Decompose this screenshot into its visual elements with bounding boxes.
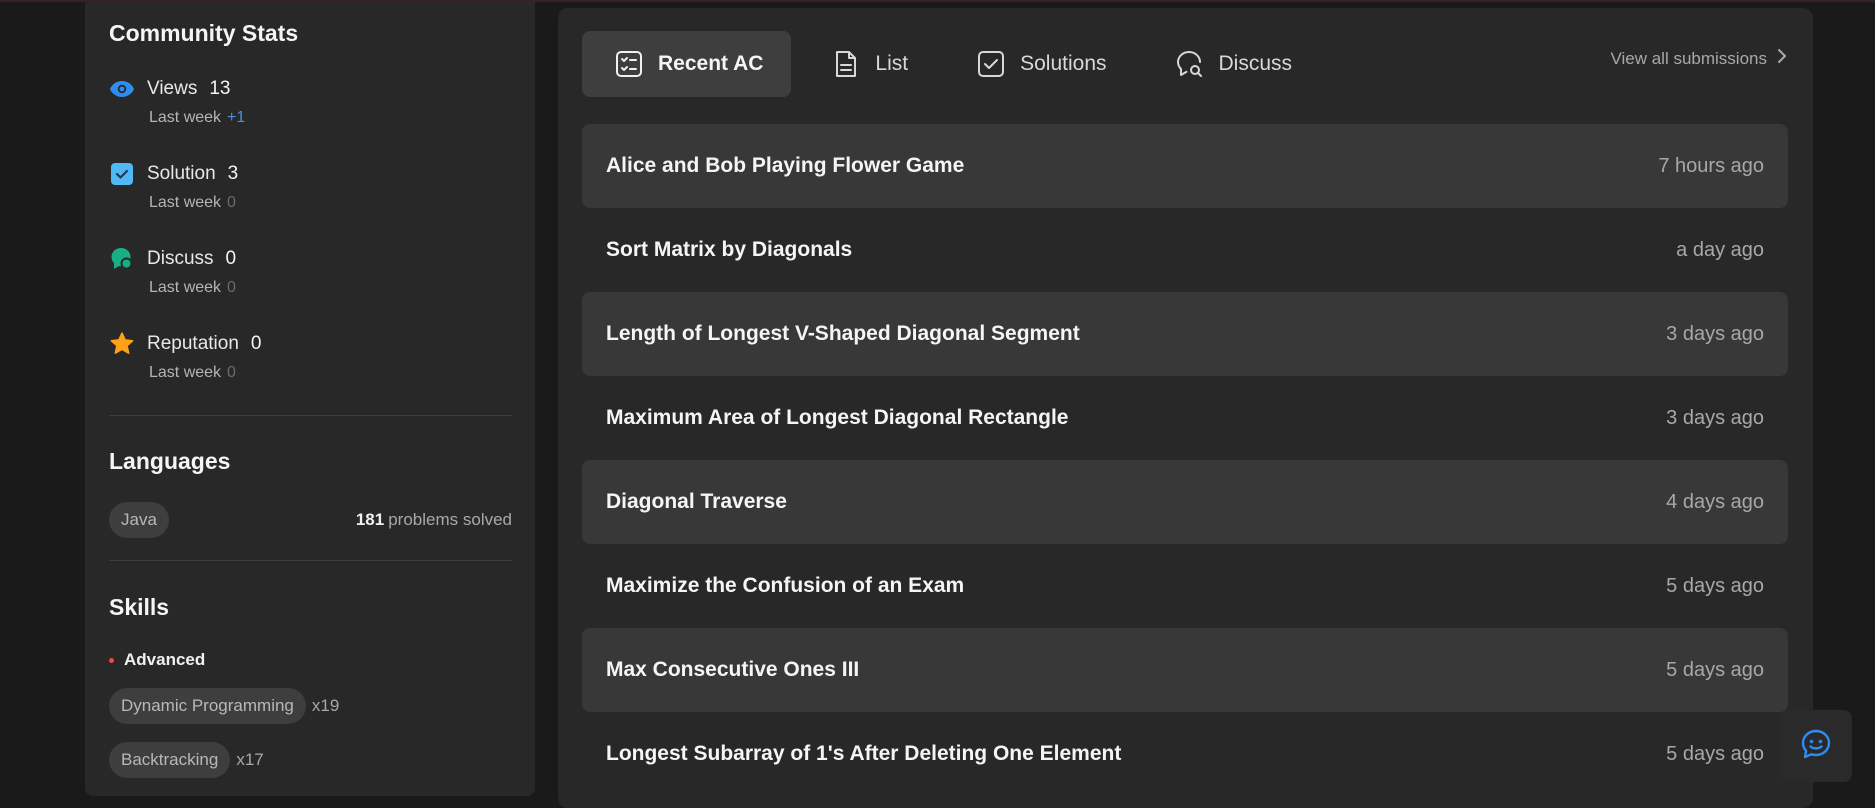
tab-discuss[interactable]: Discuss — [1143, 31, 1321, 97]
submission-row[interactable]: Longest Subarray of 1's After Deleting O… — [582, 712, 1788, 796]
submission-title[interactable]: Longest Subarray of 1's After Deleting O… — [606, 742, 1121, 766]
solved-label: problems solved — [388, 510, 512, 529]
discuss-search-icon — [1175, 49, 1205, 79]
language-row: Java 181 problems solved — [109, 502, 512, 538]
skill-chip[interactable]: Dynamic Programming — [109, 688, 306, 724]
submission-title[interactable]: Maximum Area of Longest Diagonal Rectang… — [606, 406, 1068, 430]
stat-label: Reputation — [147, 333, 239, 354]
skill-item: Backtracking x17 — [109, 742, 264, 778]
submission-list: Alice and Bob Playing Flower Game 7 hour… — [582, 124, 1788, 796]
stat-value: 0 — [250, 333, 262, 354]
eye-icon — [109, 76, 135, 102]
submission-title[interactable]: Diagonal Traverse — [606, 490, 787, 514]
divider — [109, 560, 512, 561]
weekly-value: +1 — [227, 109, 246, 126]
submission-title[interactable]: Alice and Bob Playing Flower Game — [606, 154, 964, 178]
weekly-value: 0 — [227, 364, 236, 381]
checklist-icon — [614, 49, 644, 79]
divider — [109, 415, 512, 416]
weekly-label: Last week — [149, 194, 222, 211]
level-dot — [109, 657, 114, 663]
solved-count: 181 — [355, 510, 385, 529]
chat-bot-icon — [1799, 727, 1833, 766]
skill-count: x19 — [311, 696, 340, 715]
discuss-icon — [109, 246, 135, 272]
tab-label: List — [875, 52, 909, 75]
view-all-label: View all submissions — [1610, 48, 1767, 68]
tab-label: Recent AC — [658, 52, 764, 75]
submissions-panel: Recent AC List Solutions Discuss View al… — [558, 8, 1813, 808]
submission-time: 3 days ago — [1666, 322, 1764, 345]
stat-label: Discuss — [147, 248, 214, 269]
skill-level: Advanced — [109, 650, 205, 670]
solution-check-icon — [109, 161, 135, 187]
stat-reputation: Reputation 0 Last week 0 — [109, 330, 509, 382]
stat-value: 0 — [225, 248, 237, 269]
view-all-submissions-link[interactable]: View all submissions — [1610, 48, 1787, 69]
stat-label: Solution — [147, 163, 216, 184]
submission-title[interactable]: Length of Longest V-Shaped Diagonal Segm… — [606, 322, 1080, 346]
submission-row[interactable]: Diagonal Traverse 4 days ago — [582, 460, 1788, 544]
submission-time: a day ago — [1676, 238, 1764, 261]
skills-title: Skills — [109, 594, 170, 620]
submission-row[interactable]: Sort Matrix by Diagonals a day ago — [582, 208, 1788, 292]
language-chip[interactable]: Java — [109, 502, 169, 538]
skill-item: Dynamic Programming x19 — [109, 688, 339, 724]
stat-weekly: Last week +1 — [149, 109, 509, 127]
tab-label: Solutions — [1020, 52, 1107, 75]
submission-time: 4 days ago — [1666, 490, 1764, 513]
weekly-label: Last week — [149, 279, 222, 296]
submission-row[interactable]: Max Consecutive Ones III 5 days ago — [582, 628, 1788, 712]
stat-value: 13 — [209, 78, 231, 99]
languages-title: Languages — [109, 448, 231, 474]
stat-weekly: Last week 0 — [149, 279, 509, 297]
submission-row[interactable]: Length of Longest V-Shaped Diagonal Segm… — [582, 292, 1788, 376]
tab-list[interactable]: List — [799, 31, 936, 97]
weekly-value: 0 — [227, 279, 236, 296]
submission-time: 7 hours ago — [1658, 154, 1764, 177]
submission-row[interactable]: Maximum Area of Longest Diagonal Rectang… — [582, 376, 1788, 460]
weekly-label: Last week — [149, 364, 222, 381]
weekly-value: 0 — [227, 194, 236, 211]
skill-chip[interactable]: Backtracking — [109, 742, 231, 778]
chevron-right-icon — [1777, 48, 1787, 69]
tab-label: Discuss — [1218, 52, 1293, 75]
submission-row[interactable]: Alice and Bob Playing Flower Game 7 hour… — [582, 124, 1788, 208]
profile-sidebar: Community Stats Views 13 Last week +1 Sol… — [85, 2, 535, 796]
stat-label: Views — [147, 78, 198, 99]
weekly-label: Last week — [149, 109, 222, 126]
submission-title[interactable]: Sort Matrix by Diagonals — [606, 238, 852, 262]
stat-views: Views 13 Last week +1 — [109, 75, 509, 127]
document-icon — [831, 49, 861, 79]
submission-time: 5 days ago — [1666, 574, 1764, 597]
check-square-icon — [976, 49, 1006, 79]
submission-tabs: Recent AC List Solutions Discuss — [582, 31, 1328, 97]
problems-solved: 181 problems solved — [356, 510, 512, 530]
submission-title[interactable]: Maximize the Confusion of an Exam — [606, 574, 964, 598]
stat-solution: Solution 3 Last week 0 — [109, 160, 509, 212]
submission-time: 5 days ago — [1666, 658, 1764, 681]
tab-solutions[interactable]: Solutions — [944, 31, 1134, 97]
level-label: Advanced — [124, 650, 206, 669]
tab-recent-ac[interactable]: Recent AC — [582, 31, 792, 97]
submission-time: 3 days ago — [1666, 406, 1764, 429]
submission-row[interactable]: Maximize the Confusion of an Exam 5 days… — [582, 544, 1788, 628]
stat-value: 3 — [227, 163, 239, 184]
submission-time: 5 days ago — [1666, 742, 1764, 765]
skill-count: x17 — [236, 750, 264, 769]
submission-title[interactable]: Max Consecutive Ones III — [606, 658, 859, 682]
stat-weekly: Last week 0 — [149, 194, 509, 212]
stat-discuss: Discuss 0 Last week 0 — [109, 245, 509, 297]
star-icon — [109, 331, 135, 357]
community-stats-title: Community Stats — [109, 20, 299, 46]
chat-button[interactable] — [1780, 710, 1852, 782]
stat-weekly: Last week 0 — [149, 364, 509, 382]
